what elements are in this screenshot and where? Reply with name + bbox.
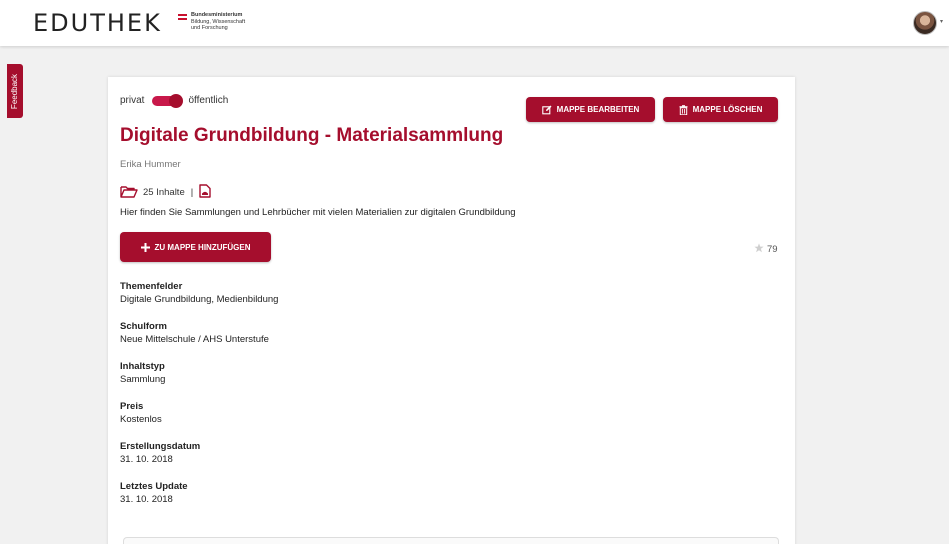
ministry-logo: Bundesministerium Bildung, Wissenschaft … [178,12,245,32]
property-value: Neue Mittelschule / AHS Unterstufe [120,334,269,345]
delete-collection-button[interactable]: MAPPE LÖSCHEN [663,97,778,122]
visibility-toggle-row: privat öffentlich [120,93,229,108]
property-themenfelder: Themenfelder Digitale Grundbildung, Medi… [120,281,278,321]
edit-collection-label: MAPPE BEARBEITEN [556,105,640,114]
ministry-line-3: und Forschung [191,25,228,31]
feedback-tab[interactable]: Feedback [7,64,23,118]
eduthek-logo[interactable]: EDUTHEK [33,9,162,37]
property-erstellungsdatum: Erstellungsdatum 31. 10. 2018 [120,441,278,481]
property-preis: Preis Kostenlos [120,401,278,441]
ministry-text: Bundesministerium Bildung, Wissenschaft … [191,12,245,32]
rating-count: 79 [767,244,778,255]
star-icon [754,243,764,256]
chevron-down-icon[interactable]: ▾ [940,18,943,25]
visibility-toggle[interactable] [152,93,184,108]
content-count: 25 Inhalte [143,187,185,198]
collection-author[interactable]: Erika Hummer [120,159,181,170]
properties-list: Themenfelder Digitale Grundbildung, Medi… [120,281,278,521]
property-value: Digitale Grundbildung, Medienbildung [120,294,279,305]
toggle-knob [169,93,184,108]
property-value: Sammlung [120,374,166,385]
delete-collection-label: MAPPE LÖSCHEN [692,105,763,114]
folder-icon [120,185,138,201]
public-label: öffentlich [188,95,229,106]
top-bar: EDUTHEK Bundesministerium Bildung, Wisse… [0,0,949,46]
property-label: Letztes Update [120,481,188,492]
collection-title: Digitale Grundbildung - Materialsammlung [120,125,504,146]
collection-description: Hier finden Sie Sammlungen und Lehrbüche… [120,207,516,218]
feedback-label: Feedback [10,73,20,109]
add-to-collection-label: ZU MAPPE HINZUFÜGEN [154,242,251,252]
property-inhaltstyp: Inhaltstyp Sammlung [120,361,278,401]
trash-icon [679,104,688,115]
property-schulform: Schulform Neue Mittelschule / AHS Unters… [120,321,278,361]
property-label: Preis [120,401,144,412]
private-label: privat [120,95,145,106]
meta-separator: | [190,187,194,198]
pdf-icon[interactable] [199,184,211,201]
content-section-box [123,537,779,544]
property-label: Themenfelder [120,281,183,292]
property-value: Kostenlos [120,414,162,425]
edit-collection-button[interactable]: MAPPE BEARBEITEN [526,97,655,122]
ministry-line-1: Bundesministerium [191,12,243,18]
property-label: Inhaltstyp [120,361,165,372]
austria-flag-icon [178,14,187,20]
property-value: 31. 10. 2018 [120,454,173,465]
user-avatar[interactable] [913,11,937,35]
collection-card: privat öffentlich MAPPE BEARBEITEN MAPPE… [108,77,795,544]
plus-icon [140,242,150,252]
property-label: Erstellungsdatum [120,441,201,452]
property-letztes-update: Letztes Update 31. 10. 2018 [120,481,278,521]
collection-meta: 25 Inhalte | [120,184,211,201]
property-value: 31. 10. 2018 [120,494,173,505]
property-label: Schulform [120,321,167,332]
rating[interactable]: 79 [754,243,778,256]
add-to-collection-button[interactable]: ZU MAPPE HINZUFÜGEN [120,232,271,262]
edit-icon [541,105,552,115]
